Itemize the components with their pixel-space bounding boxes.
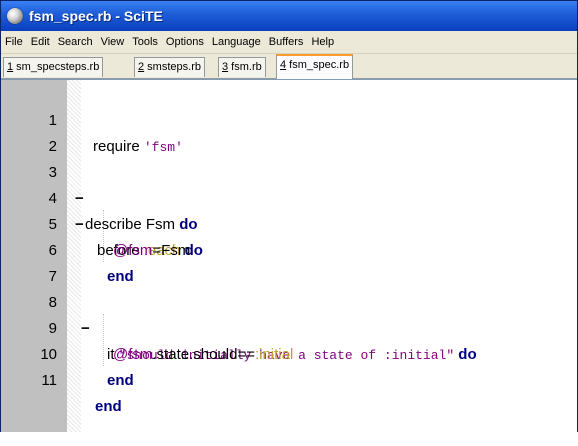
code-editor[interactable]: 1 require 'fsm' 2 3 − describe Fsm do 4 … <box>1 79 577 432</box>
tab-label: fsm_spec.rb <box>286 59 350 71</box>
code-line: 9 @fsm.state.should==:initial <box>1 290 577 363</box>
tab-smsteps[interactable]: 2 smsteps.rb <box>134 57 205 77</box>
tab-label: fsm.rb <box>228 61 262 73</box>
code-line: 4 − before :each do <box>1 160 577 259</box>
line-text: end <box>95 394 122 420</box>
tab-fsm-spec[interactable]: 4 fsm_spec.rb <box>276 54 354 79</box>
menu-tools[interactable]: Tools <box>128 31 162 53</box>
menu-buffers[interactable]: Buffers <box>265 31 308 53</box>
menu-bar: File Edit Search View Tools Options Lang… <box>1 31 577 54</box>
code-line: 2 <box>1 108 577 155</box>
line-number: 11 <box>41 372 57 389</box>
menu-edit[interactable]: Edit <box>27 31 54 53</box>
code-area[interactable]: 1 require 'fsm' 2 3 − describe Fsm do 4 … <box>1 80 577 432</box>
tab-label: smsteps.rb <box>144 61 201 73</box>
scite-app-icon[interactable] <box>7 8 23 24</box>
code-line: 7 <box>1 238 577 285</box>
code-line: 8 − it "should initially have a state of… <box>1 264 577 363</box>
tab-sm-specsteps[interactable]: 1 sm_specsteps.rb <box>3 57 104 77</box>
code-line: 11 end <box>1 342 577 415</box>
line-text: end <box>107 368 134 394</box>
menu-file[interactable]: File <box>1 31 27 53</box>
menu-search[interactable]: Search <box>54 31 97 53</box>
tab-fsm[interactable]: 3 fsm.rb <box>218 57 266 77</box>
code-keyword: end <box>107 372 134 389</box>
menu-help[interactable]: Help <box>307 31 338 53</box>
window-title: fsm_spec.rb - SciTE <box>29 8 163 24</box>
tab-label: sm_specsteps.rb <box>13 61 100 73</box>
code-line: 1 require 'fsm' <box>1 82 577 155</box>
code-keyword: end <box>95 398 122 415</box>
scite-window: fsm_spec.rb - SciTE File Edit Search Vie… <box>0 0 578 432</box>
menu-options[interactable]: Options <box>162 31 208 53</box>
menu-language[interactable]: Language <box>208 31 265 53</box>
code-line: 5 @fsm=Fsm <box>1 186 577 259</box>
menu-view[interactable]: View <box>97 31 129 53</box>
title-bar[interactable]: fsm_spec.rb - SciTE <box>1 1 577 31</box>
code-line: 6 end <box>1 212 577 285</box>
code-line: 3 − describe Fsm do <box>1 134 577 233</box>
buffer-tab-bar: 1 sm_specsteps.rb 2 smsteps.rb 3 fsm.rb … <box>1 54 577 79</box>
code-line: 10 end <box>1 316 577 389</box>
